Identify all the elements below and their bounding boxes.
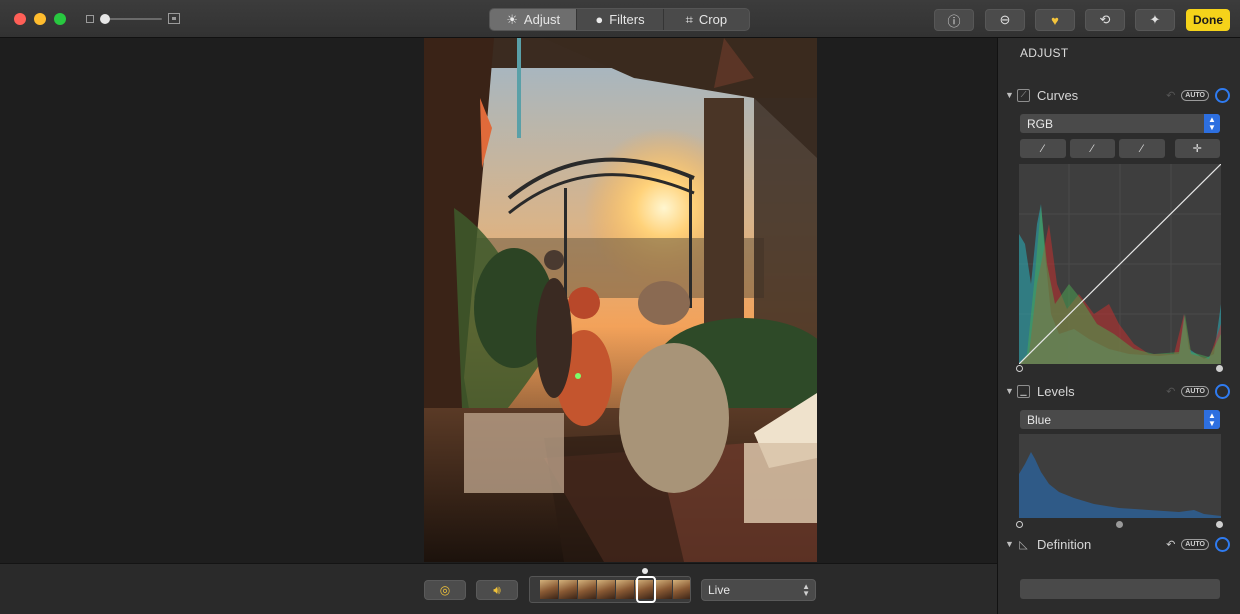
chevron-up-down-icon: ▲ ▼ — [1204, 114, 1220, 133]
sun-icon: ☀ — [506, 11, 518, 27]
adjust-panel: ADJUST ▼ ⟋ Curves ↶ AUTO RGB ▲▼ ⁄ ⁄ ⁄ ✛ — [997, 38, 1240, 614]
undo-icon[interactable]: ↶ — [1166, 538, 1175, 551]
tab-filters-label: Filters — [609, 12, 645, 27]
black-point-picker[interactable]: ⁄ — [1020, 139, 1066, 158]
definition-slider[interactable] — [1020, 579, 1220, 599]
panel-title: ADJUST — [1020, 46, 1069, 60]
levels-mid-handle[interactable] — [1116, 521, 1123, 528]
filters-icon: ● — [595, 12, 604, 27]
disclosure-triangle-icon[interactable]: ▼ — [1005, 90, 1017, 100]
done-button[interactable]: Done — [1186, 9, 1230, 31]
tab-adjust-label: Adjust — [523, 12, 561, 27]
curves-section-header[interactable]: ▼ ⟋ Curves ↶ AUTO — [1005, 86, 1230, 104]
crosshair-icon: ✛ — [1192, 143, 1202, 155]
enable-toggle[interactable] — [1215, 87, 1230, 103]
filmstrip-frame — [540, 580, 558, 599]
white-point-picker[interactable]: ⁄ — [1119, 139, 1165, 158]
auto-button[interactable]: AUTO — [1181, 385, 1209, 397]
live-photo-toggle[interactable]: ◎ — [424, 580, 466, 600]
key-photo-filmstrip[interactable] — [529, 576, 691, 603]
filmstrip-frame — [654, 580, 672, 599]
live-photo-icon: ◎ — [439, 583, 451, 597]
curves-icon: ⟋ — [1017, 88, 1030, 102]
magic-wand-icon: ✦ — [1149, 12, 1161, 27]
levels-channel-value: Blue — [1027, 412, 1052, 427]
info-icon: ⓘ — [947, 13, 961, 29]
levels-icon: ▁ — [1017, 384, 1030, 398]
minus-circle-icon: ⊖ — [999, 12, 1011, 27]
enable-toggle[interactable] — [1215, 383, 1230, 399]
speaker-icon: 🔊︎ — [493, 582, 501, 597]
tab-filters[interactable]: ● Filters — [576, 9, 662, 30]
live-mode-value: Live — [708, 583, 731, 597]
curves-label: Curves — [1037, 87, 1079, 103]
chevron-up-down-icon: ▲ ▼ — [1204, 410, 1220, 429]
rotate-button[interactable]: ⟲ — [1085, 9, 1125, 31]
photo-canvas — [0, 38, 997, 563]
chevron-up-down-icon: ▲ ▼ — [802, 582, 810, 598]
auto-button[interactable]: AUTO — [1181, 538, 1209, 550]
photos-edit-window: ☀ Adjust ● Filters ⌗ Crop ⓘ ⊖ ♥ ⟲ ✦ Done — [0, 0, 1240, 614]
mid-point-picker[interactable]: ⁄ — [1069, 139, 1115, 158]
curve-white-handle[interactable] — [1216, 365, 1223, 372]
filmstrip-frame — [673, 580, 690, 599]
edited-photo[interactable] — [424, 38, 817, 562]
filmstrip-frame — [597, 580, 615, 599]
levels-graph-svg — [1019, 452, 1221, 518]
enhance-button[interactable]: ✦ — [1135, 9, 1175, 31]
curves-graph-svg — [1019, 164, 1221, 364]
add-point-button[interactable]: ✛ — [1174, 139, 1220, 158]
curves-picker-row: ⁄ ⁄ ⁄ ✛ — [1020, 139, 1220, 158]
rotate-icon: ⟲ — [1099, 12, 1111, 27]
filmstrip-frame — [559, 580, 577, 599]
curve-black-handle[interactable] — [1016, 365, 1023, 372]
tab-crop-label: Crop — [698, 12, 728, 27]
close-button[interactable] — [14, 13, 26, 25]
auto-button[interactable]: AUTO — [1181, 89, 1209, 101]
disclosure-triangle-icon[interactable]: ▼ — [1005, 539, 1017, 549]
heart-icon: ♥ — [1051, 12, 1059, 28]
curves-channel-select[interactable]: RGB ▲ ▼ — [1020, 114, 1220, 133]
levels-section-header[interactable]: ▼ ▁ Levels ↶ AUTO — [1005, 382, 1230, 400]
key-photo-marker — [642, 568, 648, 574]
title-bar: ☀ Adjust ● Filters ⌗ Crop ⓘ ⊖ ♥ ⟲ ✦ Done — [0, 0, 1240, 38]
hide-button[interactable]: ⊖ — [985, 9, 1025, 31]
filmstrip-frame — [578, 580, 596, 599]
crop-icon: ⌗ — [685, 11, 693, 27]
favorite-button[interactable]: ♥ — [1035, 9, 1075, 31]
curves-histogram[interactable] — [1019, 164, 1221, 364]
undo-icon[interactable]: ↶ — [1166, 385, 1175, 398]
definition-section-header[interactable]: ▼ ◺ Definition ↶ AUTO — [1005, 535, 1230, 553]
info-button[interactable]: ⓘ — [934, 9, 974, 31]
tab-crop[interactable]: ⌗ Crop — [662, 9, 749, 30]
levels-black-handle[interactable] — [1016, 521, 1023, 528]
live-photo-bar: ◎ 🔊︎ Live ▲ ▼ — [0, 563, 997, 614]
tab-adjust[interactable]: ☀ Adjust — [490, 9, 577, 30]
zoom-slider-knob[interactable] — [100, 14, 110, 24]
definition-label: Definition — [1037, 536, 1092, 552]
zoom-in-icon — [168, 13, 180, 24]
levels-channel-select[interactable]: Blue ▲ ▼ — [1020, 410, 1220, 429]
levels-histogram[interactable] — [1019, 434, 1221, 518]
live-mode-select[interactable]: Live ▲ ▼ — [701, 579, 816, 601]
filmstrip-frame — [616, 580, 634, 599]
sound-toggle[interactable]: 🔊︎ — [476, 580, 518, 600]
curves-channel-value: RGB — [1027, 116, 1054, 131]
minimize-button[interactable] — [34, 13, 46, 25]
undo-icon[interactable]: ↶ — [1166, 89, 1175, 102]
photo-image — [424, 38, 817, 562]
enable-toggle[interactable] — [1215, 536, 1230, 552]
eyedropper-icon: ⁄ — [1091, 142, 1094, 155]
eyedropper-icon: ⁄ — [1041, 142, 1044, 155]
levels-white-handle[interactable] — [1216, 521, 1223, 528]
levels-label: Levels — [1037, 383, 1075, 399]
zoom-out-icon — [86, 15, 94, 23]
fullscreen-button[interactable] — [54, 13, 66, 25]
zoom-slider-track[interactable] — [102, 18, 162, 20]
edit-mode-segmented-control: ☀ Adjust ● Filters ⌗ Crop — [489, 8, 750, 31]
eyedropper-icon: ⁄ — [1140, 142, 1143, 155]
disclosure-triangle-icon[interactable]: ▼ — [1005, 386, 1017, 396]
key-photo-selector[interactable] — [636, 576, 656, 603]
definition-icon: ◺ — [1019, 538, 1028, 551]
